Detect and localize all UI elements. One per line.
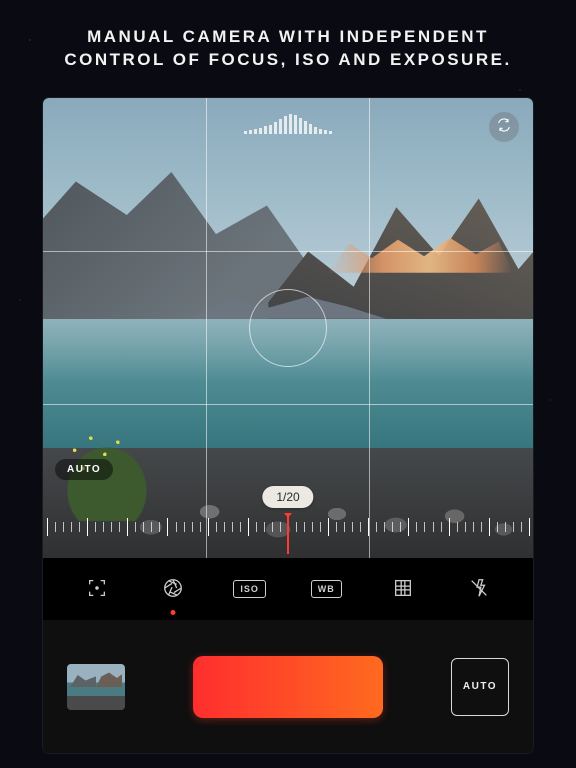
last-capture-thumbnail[interactable]	[67, 664, 125, 710]
shutter-speed-value-pill[interactable]: 1/20	[262, 486, 313, 508]
wb-label: WB	[311, 580, 342, 598]
headline-line-1: MANUAL CAMERA WITH INDEPENDENT	[0, 26, 576, 49]
camera-toolbar: ISO WB	[43, 558, 533, 620]
bottom-bar: AUTO	[43, 620, 533, 753]
mode-toggle-button[interactable]: AUTO	[451, 658, 509, 716]
tool-flash[interactable]	[456, 569, 502, 609]
aperture-icon	[162, 577, 184, 602]
marketing-headline: MANUAL CAMERA WITH INDEPENDENT CONTROL O…	[0, 26, 576, 72]
device-frame: AUTO 1/20 ISO WB	[43, 98, 533, 753]
tool-focus[interactable]	[74, 569, 120, 609]
grid-line	[369, 98, 370, 558]
focus-reticle[interactable]	[249, 289, 327, 367]
ruler-needle	[287, 516, 289, 554]
grid-line	[43, 404, 533, 405]
flash-off-icon	[468, 577, 490, 602]
record-button[interactable]	[193, 656, 383, 718]
iso-label: ISO	[233, 580, 266, 598]
value-ruler[interactable]	[43, 516, 533, 558]
tool-grid[interactable]	[380, 569, 426, 609]
mode-label: AUTO	[463, 681, 497, 692]
tool-shutter[interactable]	[150, 569, 196, 609]
camera-flip-icon	[496, 117, 512, 138]
histogram	[244, 112, 332, 134]
grid-icon	[392, 577, 414, 602]
focus-square-icon	[86, 577, 108, 602]
grid-line	[206, 98, 207, 558]
camera-flip-button[interactable]	[489, 112, 519, 142]
grid-line	[43, 251, 533, 252]
tool-white-balance[interactable]: WB	[303, 569, 349, 609]
tool-iso[interactable]: ISO	[227, 569, 273, 609]
camera-viewfinder[interactable]: AUTO 1/20	[43, 98, 533, 558]
auto-exposure-badge[interactable]: AUTO	[55, 459, 113, 480]
headline-line-2: CONTROL OF FOCUS, ISO AND EXPOSURE.	[0, 49, 576, 72]
